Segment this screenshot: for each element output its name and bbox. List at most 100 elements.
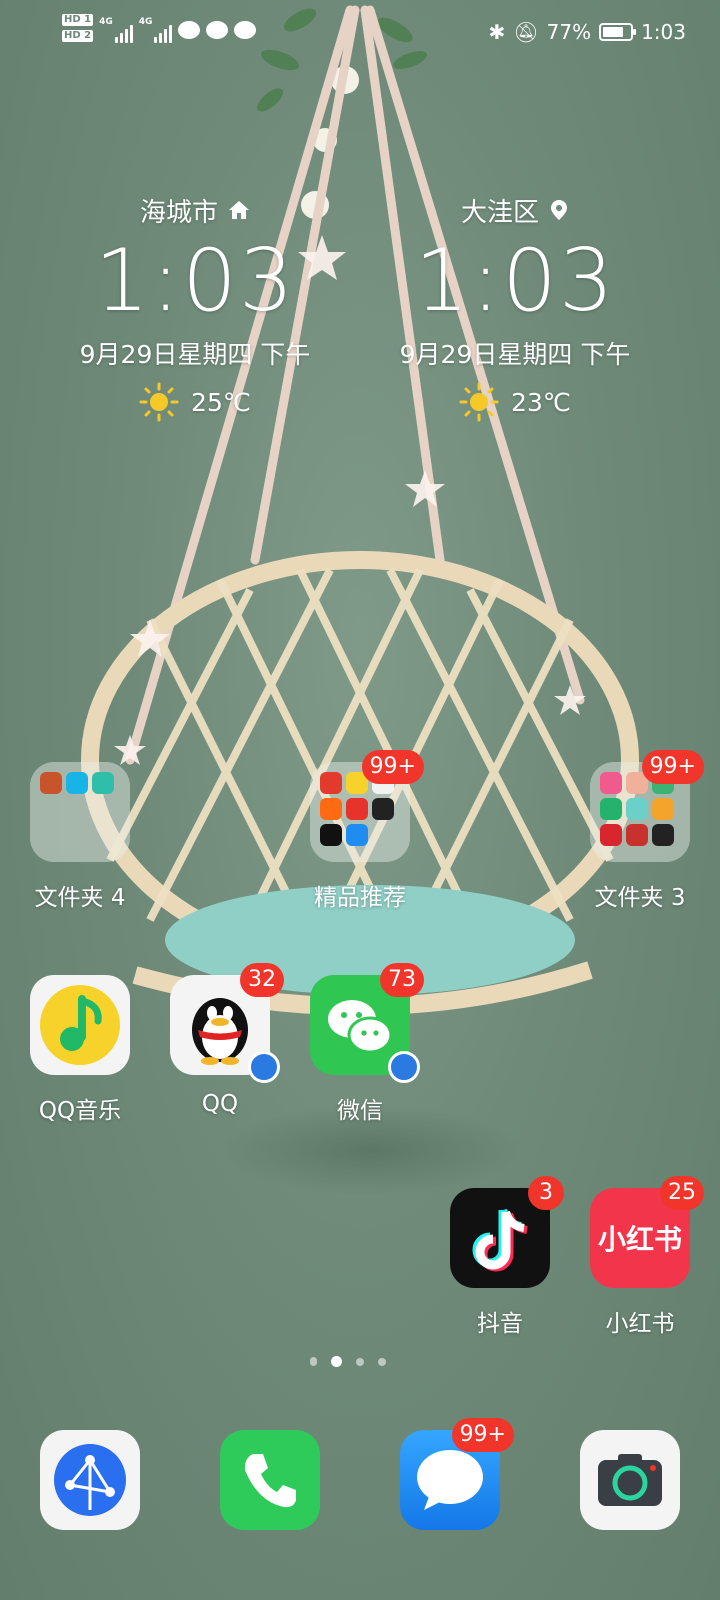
- clock-weather: 23℃: [365, 378, 665, 426]
- battery-fill: [603, 27, 624, 37]
- pinduoduo-mini-icon: [346, 798, 368, 820]
- folder-label: 精品推荐: [314, 885, 406, 911]
- app-mini-icon: [652, 798, 674, 820]
- clock-temperature: 23℃: [511, 387, 571, 417]
- folder-3[interactable]: 99+ 文件夹 3: [570, 750, 710, 912]
- sim1-hd-icon: HD 1: [62, 14, 94, 26]
- app-wechat[interactable]: 73 微信: [290, 963, 430, 1125]
- app-label: 微信: [337, 1098, 383, 1124]
- home-icon: [229, 201, 249, 219]
- app-mini-icon: [600, 824, 622, 846]
- status-time: 1:03: [641, 20, 686, 44]
- mute-bell-icon: 🔕︎: [513, 20, 539, 44]
- kugou-mini-icon: [346, 824, 368, 846]
- folder-icon: 99+: [310, 750, 424, 862]
- wechat-notification-icon: [206, 21, 229, 39]
- clock-weather: 25℃: [45, 378, 345, 426]
- notification-badge: 3: [528, 1176, 564, 1210]
- taobao-mini-icon: [320, 798, 342, 820]
- app-mini-icon: [92, 772, 114, 794]
- battery-percent: 77%: [546, 20, 592, 44]
- network-tag-2: 4G: [138, 17, 153, 27]
- signal-icon-2: 4G: [139, 17, 173, 43]
- clock-temperature: 25℃: [191, 387, 251, 417]
- sun-icon: [139, 382, 179, 422]
- qqmusic-icon: [30, 975, 130, 1075]
- status-right: ✱ 🔕︎ 77% 1:03: [488, 20, 686, 44]
- app-mini-icon: [600, 798, 622, 820]
- clock-date: 9月29日星期四 下午: [79, 340, 311, 369]
- sim2-hd-icon: HD 2: [62, 30, 94, 42]
- verified-shield-icon: [388, 1051, 420, 1083]
- app-label: 抖音: [477, 1311, 523, 1337]
- camera-icon: [580, 1430, 680, 1530]
- xiaohongshu-icon: 小红书 25: [590, 1176, 704, 1288]
- dock-browser[interactable]: [20, 1430, 160, 1530]
- clock-time: 1:03: [94, 231, 296, 331]
- dewu-mini-icon: [372, 798, 394, 820]
- page-indicator[interactable]: [310, 1356, 386, 1367]
- notification-badge: 99+: [451, 1418, 514, 1452]
- clock-city: 海城市: [139, 197, 218, 228]
- app-qqmusic[interactable]: QQ音乐: [10, 975, 150, 1125]
- wechat-icon: 73: [310, 963, 424, 1083]
- folder-label: 文件夹 4: [34, 885, 126, 911]
- app-mini-icon: [626, 824, 648, 846]
- app-95-mini-icon: [320, 824, 342, 846]
- notification-badge: 99+: [361, 750, 424, 784]
- clock-date: 9月29日星期四 下午: [399, 340, 631, 369]
- clock-widget-left[interactable]: 海城市 1:03 9月29日星期四 下午 25℃: [45, 190, 345, 426]
- dock-phone[interactable]: [200, 1430, 340, 1530]
- wechat-notification-icon-2: [234, 21, 257, 39]
- page-dot[interactable]: [378, 1357, 386, 1366]
- status-bar: HD 1 HD 2 4G 4G ✱ 🔕︎ 77% 1:03: [0, 0, 720, 70]
- app-qq[interactable]: 32 QQ: [150, 963, 290, 1117]
- app-label: QQ音乐: [38, 1098, 122, 1124]
- douyin-note-icon: 3: [450, 1176, 564, 1288]
- location-pin-icon: [551, 200, 567, 220]
- browser-icon: [40, 1430, 140, 1530]
- clock-city-row: 海城市: [45, 190, 345, 230]
- dock-messages[interactable]: 99+: [380, 1418, 520, 1530]
- app-label: 小红书: [605, 1311, 675, 1337]
- folder-icon: 99+: [590, 750, 704, 862]
- dock-camera[interactable]: [560, 1430, 700, 1530]
- sim-labels: HD 1 HD 2: [62, 14, 94, 46]
- bluetooth-icon: ✱: [488, 20, 506, 44]
- clock-time: 1:03: [414, 231, 616, 331]
- notification-badge: 73: [380, 963, 424, 997]
- taptap-mini-icon: [66, 772, 88, 794]
- signal-icon-1: 4G: [99, 17, 133, 43]
- network-tag: 4G: [99, 17, 113, 27]
- clock-city: 大洼区: [460, 197, 539, 228]
- verified-shield-icon: [248, 1051, 280, 1083]
- folder-icon: [30, 762, 130, 862]
- battery-icon: [599, 23, 637, 41]
- messages-icon: 99+: [400, 1418, 514, 1530]
- sun-icon: [459, 382, 499, 422]
- notification-badge: 25: [660, 1176, 704, 1210]
- notification-badge: 99+: [641, 750, 704, 784]
- phone-icon: [220, 1430, 320, 1530]
- folder-featured[interactable]: 99+ 精品推荐: [290, 750, 430, 912]
- status-left: HD 1 HD 2 4G 4G: [62, 14, 257, 46]
- folder-label: 文件夹 3: [594, 885, 686, 911]
- app-xiaohongshu[interactable]: 小红书 25 小红书: [570, 1176, 710, 1338]
- message-notification-icon: [178, 21, 201, 39]
- app-mini-icon: [626, 798, 648, 820]
- game-app-mini-icon: [40, 772, 62, 794]
- page-dot[interactable]: [356, 1357, 364, 1366]
- page-dot-search[interactable]: [310, 1357, 317, 1366]
- app-label: QQ: [201, 1091, 239, 1117]
- app-douyin[interactable]: 3 抖音: [430, 1176, 570, 1338]
- qq-penguin-icon: 32: [170, 963, 284, 1083]
- xiaohongshu-icon-text: 小红书: [597, 1223, 682, 1256]
- clock-city-row: 大洼区: [365, 190, 665, 230]
- app-mini-icon: [652, 824, 674, 846]
- folder-4[interactable]: 文件夹 4: [10, 762, 150, 912]
- page-dot-active[interactable]: [331, 1356, 342, 1367]
- app-mini-icon: [320, 772, 342, 794]
- app-mini-icon: [600, 772, 622, 794]
- notification-badge: 32: [240, 963, 284, 997]
- clock-widget-right[interactable]: 大洼区 1:03 9月29日星期四 下午 23℃: [365, 190, 665, 426]
